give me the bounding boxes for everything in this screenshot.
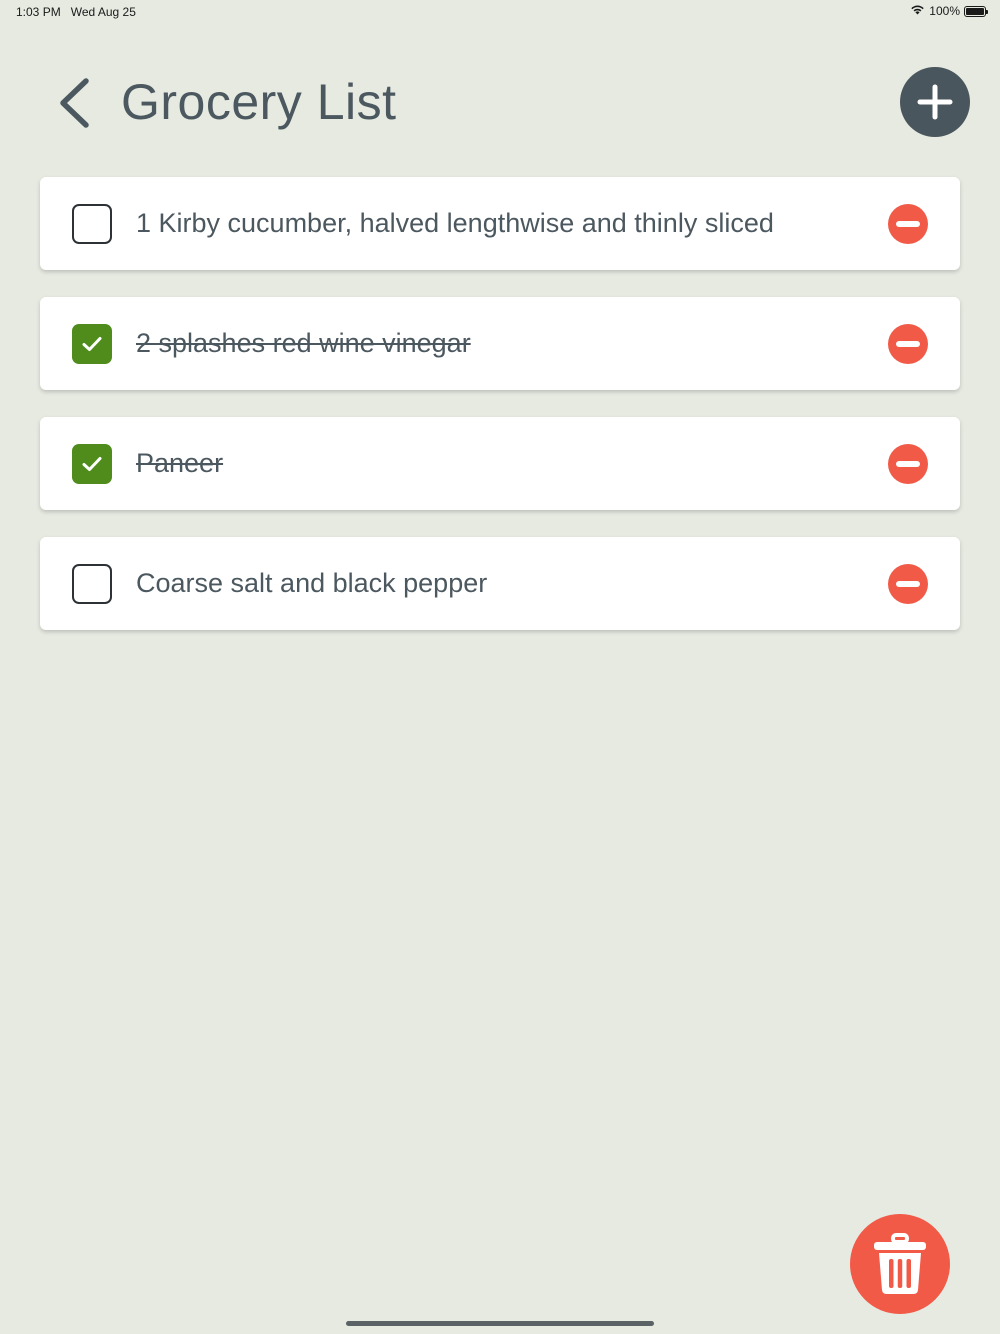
page-title: Grocery List bbox=[121, 74, 397, 130]
item-checkbox[interactable] bbox=[72, 444, 112, 484]
home-indicator[interactable] bbox=[346, 1321, 654, 1326]
chevron-left-icon bbox=[60, 78, 89, 128]
status-time: 1:03 PM bbox=[16, 5, 61, 19]
remove-item-button[interactable] bbox=[888, 324, 928, 364]
minus-icon bbox=[896, 221, 920, 227]
battery-percent: 100% bbox=[929, 4, 960, 18]
header: Grocery List bbox=[0, 60, 1000, 146]
status-left: 1:03 PM Wed Aug 25 bbox=[16, 5, 136, 19]
item-label: Paneer bbox=[136, 448, 224, 478]
status-date: Wed Aug 25 bbox=[70, 5, 136, 19]
list-item: Paneer bbox=[40, 417, 960, 510]
remove-item-button[interactable] bbox=[888, 444, 928, 484]
plus-icon bbox=[917, 84, 953, 120]
minus-icon bbox=[896, 581, 920, 587]
list-item: 2 splashes red wine vinegar bbox=[40, 297, 960, 390]
minus-icon bbox=[896, 461, 920, 467]
item-label: 2 splashes red wine vinegar bbox=[136, 328, 471, 358]
trash-icon bbox=[874, 1233, 926, 1294]
wifi-icon bbox=[910, 4, 925, 18]
remove-item-button[interactable] bbox=[888, 564, 928, 604]
item-label: 1 Kirby cucumber, halved lengthwise and … bbox=[136, 208, 774, 238]
add-item-button[interactable] bbox=[900, 67, 970, 137]
checkmark-icon bbox=[82, 457, 102, 471]
delete-all-button[interactable] bbox=[850, 1214, 950, 1314]
item-checkbox[interactable] bbox=[72, 204, 112, 244]
battery-icon bbox=[964, 5, 988, 17]
remove-item-button[interactable] bbox=[888, 204, 928, 244]
item-checkbox[interactable] bbox=[72, 324, 112, 364]
item-checkbox[interactable] bbox=[72, 564, 112, 604]
list-item: Coarse salt and black pepper bbox=[40, 537, 960, 630]
back-button[interactable] bbox=[52, 74, 100, 132]
status-right: 100% bbox=[910, 4, 988, 18]
checkmark-icon bbox=[82, 337, 102, 351]
status-bar: 1:03 PM Wed Aug 25 100% bbox=[0, 0, 1000, 24]
minus-icon bbox=[896, 341, 920, 347]
grocery-list: 1 Kirby cucumber, halved lengthwise and … bbox=[40, 177, 960, 657]
item-label: Coarse salt and black pepper bbox=[136, 568, 488, 598]
list-item: 1 Kirby cucumber, halved lengthwise and … bbox=[40, 177, 960, 270]
